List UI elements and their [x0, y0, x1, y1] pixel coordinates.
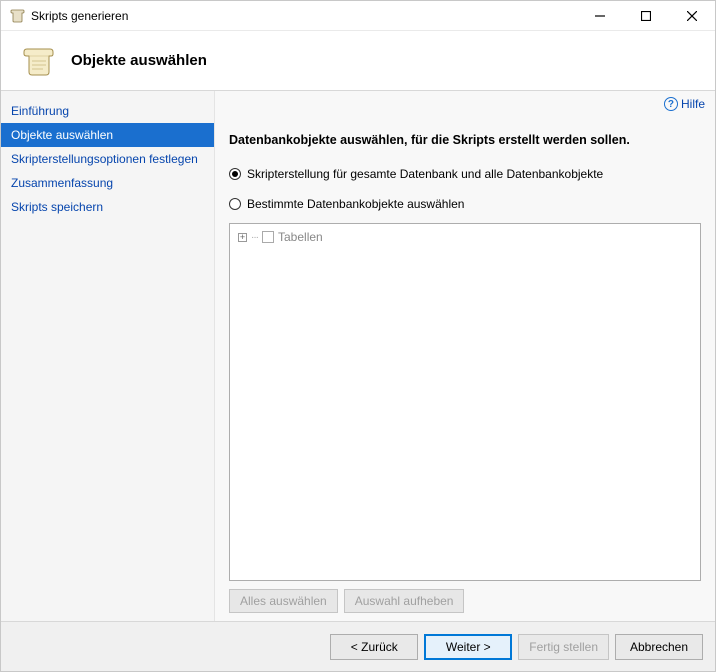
maximize-button[interactable]	[623, 1, 669, 30]
tree-node-tables: + ··· Tabellen	[238, 230, 692, 244]
wizard-header: Objekte auswählen	[1, 31, 715, 91]
scroll-icon	[19, 43, 55, 79]
sidebar-item-scripting-options[interactable]: Skripterstellungsoptionen festlegen	[1, 147, 214, 171]
back-button[interactable]: < Zurück	[330, 634, 418, 660]
checkbox-icon	[262, 231, 274, 243]
content-area: ? Hilfe Datenbankobjekte auswählen, für …	[215, 91, 715, 621]
object-tree: + ··· Tabellen	[229, 223, 701, 581]
tree-connector: ···	[251, 232, 258, 243]
sidebar: Einführung Objekte auswählen Skripterste…	[1, 91, 215, 621]
titlebar: Skripts generieren	[1, 1, 715, 31]
deselect-all-button: Auswahl aufheben	[344, 589, 465, 613]
tree-node-label: Tabellen	[278, 230, 323, 244]
wizard-body: Einführung Objekte auswählen Skripterste…	[1, 91, 715, 621]
next-button[interactable]: Weiter >	[424, 634, 512, 660]
finish-button: Fertig stellen	[518, 634, 609, 660]
radio-label: Skripterstellung für gesamte Datenbank u…	[247, 167, 603, 181]
minimize-button[interactable]	[577, 1, 623, 30]
sidebar-item-summary[interactable]: Zusammenfassung	[1, 171, 214, 195]
radio-script-specific[interactable]: Bestimmte Datenbankobjekte auswählen	[229, 197, 701, 211]
help-icon: ?	[664, 97, 678, 111]
radio-script-all[interactable]: Skripterstellung für gesamte Datenbank u…	[229, 167, 701, 181]
window-title: Skripts generieren	[31, 9, 577, 23]
sidebar-item-intro[interactable]: Einführung	[1, 99, 214, 123]
wizard-footer: < Zurück Weiter > Fertig stellen Abbrech…	[1, 621, 715, 671]
sidebar-item-save-scripts[interactable]: Skripts speichern	[1, 195, 214, 219]
instruction-text: Datenbankobjekte auswählen, für die Skri…	[229, 133, 701, 147]
window-controls	[577, 1, 715, 30]
close-button[interactable]	[669, 1, 715, 30]
cancel-button[interactable]: Abbrechen	[615, 634, 703, 660]
radio-icon	[229, 198, 241, 210]
help-label: Hilfe	[681, 97, 705, 111]
sidebar-item-choose-objects[interactable]: Objekte auswählen	[1, 123, 214, 147]
help-link[interactable]: ? Hilfe	[664, 97, 705, 111]
expand-icon: +	[238, 233, 247, 242]
radio-icon	[229, 168, 241, 180]
page-title: Objekte auswählen	[71, 52, 207, 69]
tree-buttons: Alles auswählen Auswahl aufheben	[229, 589, 701, 613]
select-all-button: Alles auswählen	[229, 589, 338, 613]
radio-label: Bestimmte Datenbankobjekte auswählen	[247, 197, 464, 211]
app-icon	[9, 8, 25, 24]
